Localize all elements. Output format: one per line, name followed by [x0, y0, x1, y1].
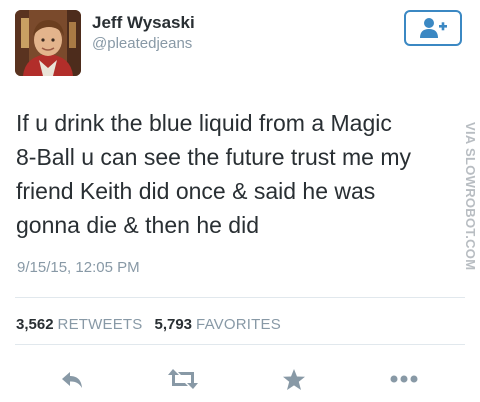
avatar-image [15, 10, 81, 76]
user-handle[interactable]: @pleatedjeans [92, 35, 192, 52]
retweet-icon[interactable] [167, 368, 199, 390]
tweet-line: gonna die & then he did [16, 212, 259, 238]
retweets-label: RETWEETS [57, 316, 143, 333]
avatar[interactable] [15, 10, 81, 76]
tweet-text: If u drink the blue liquid from a Magic … [16, 106, 468, 242]
star-icon[interactable] [282, 368, 306, 391]
favorites-stat[interactable]: 5,793 FAVORITES [154, 316, 280, 333]
favorites-count: 5,793 [154, 316, 193, 333]
divider [15, 297, 465, 298]
reply-icon[interactable] [60, 370, 86, 390]
tweet-line: 8-Ball u can see the future trust me my [16, 144, 412, 170]
retweets-stat[interactable]: 3,562 RETWEETS [16, 316, 142, 333]
tweet-line: If u drink the blue liquid from a Magic [16, 110, 392, 136]
watermark: VIA SLOWROBOT.COM [463, 122, 478, 271]
tweet-line: friend Keith did once & said he was [16, 178, 376, 204]
divider [15, 344, 465, 345]
add-user-icon [420, 18, 447, 38]
more-icon[interactable] [390, 374, 418, 384]
tweet-timestamp[interactable]: 9/15/15, 12:05 PM [17, 259, 140, 276]
follow-button[interactable] [404, 10, 462, 46]
favorites-label: FAVORITES [196, 316, 281, 333]
retweets-count: 3,562 [16, 316, 54, 333]
engagement-stats: 3,562 RETWEETS 5,793 FAVORITES [16, 316, 281, 333]
display-name[interactable]: Jeff Wysaski [92, 13, 195, 33]
